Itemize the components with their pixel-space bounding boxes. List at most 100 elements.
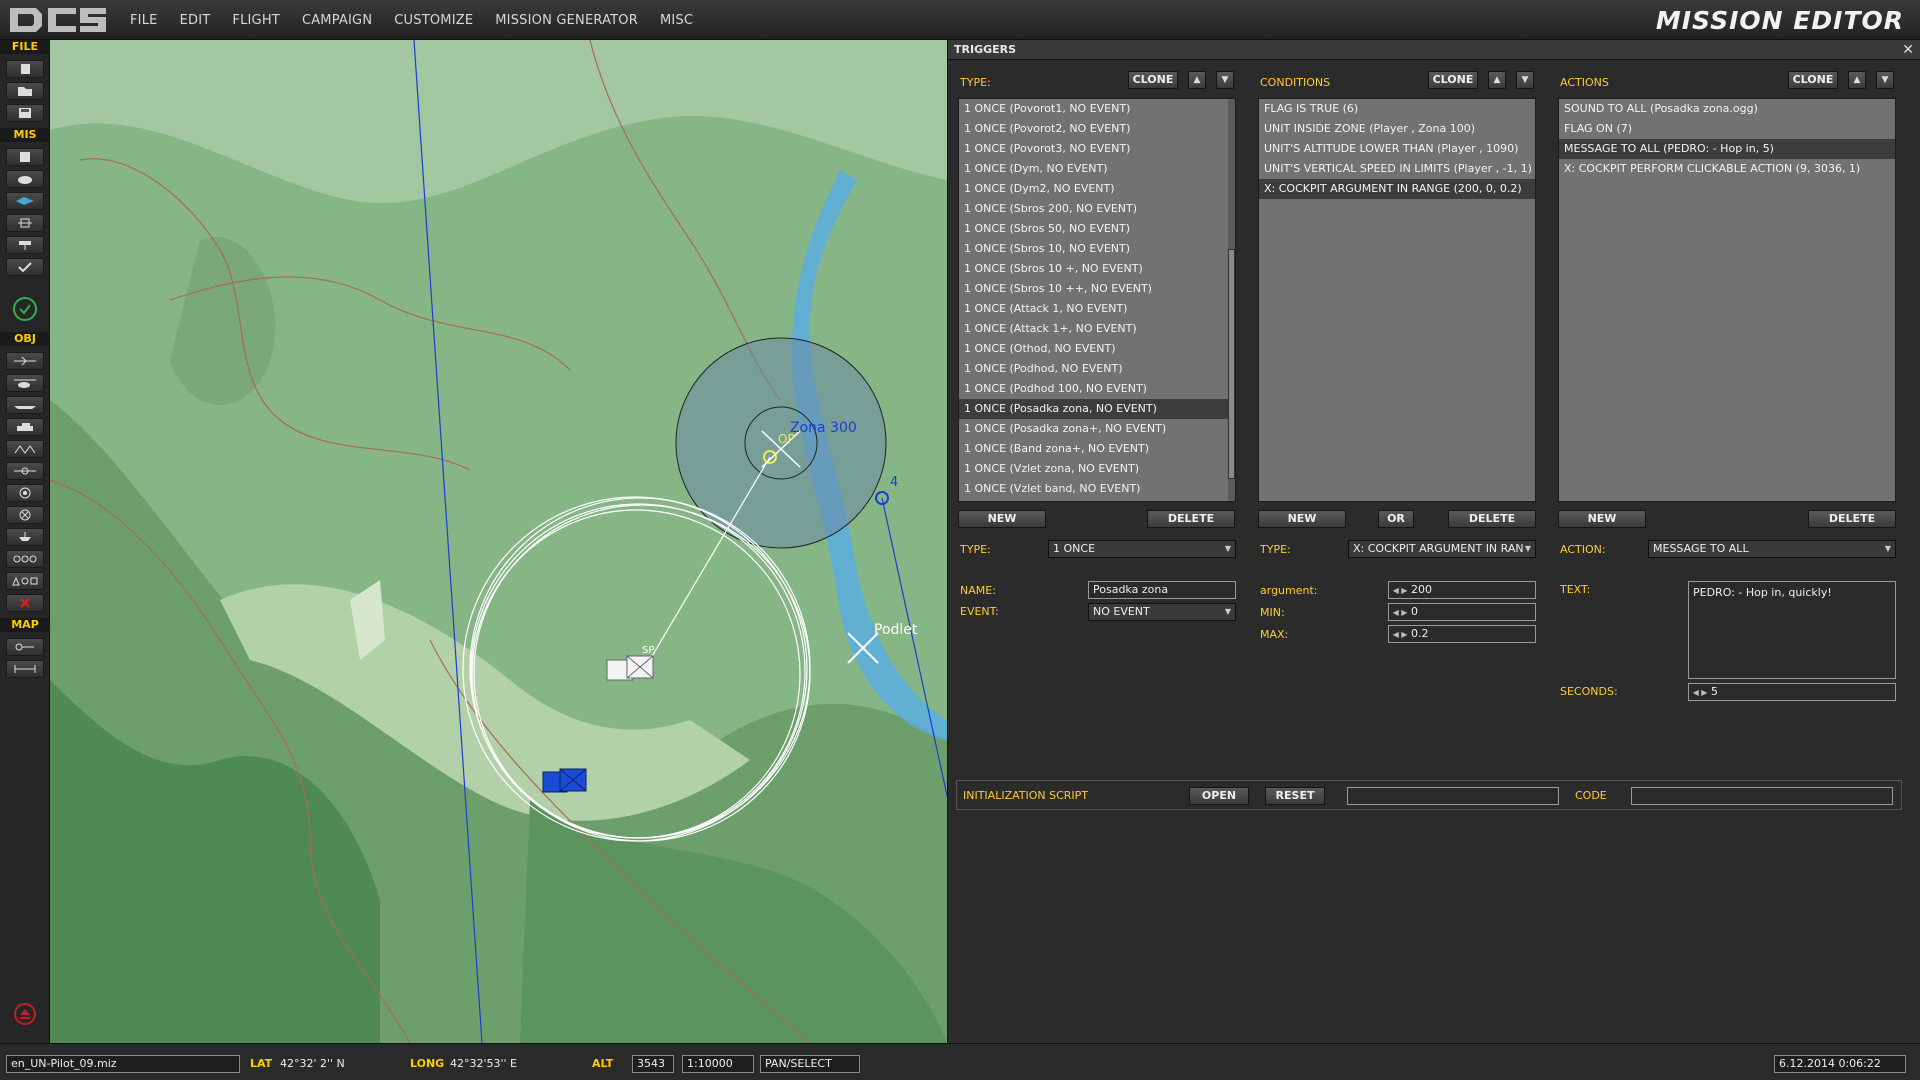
map-canvas[interactable]: Zona 300 OP 4 Podlet SP — [50, 40, 947, 1043]
action-new-button[interactable]: NEW — [1558, 510, 1646, 528]
init-open-button[interactable]: OPEN — [1189, 787, 1249, 805]
trigger-new-button[interactable]: NEW — [958, 510, 1046, 528]
menu-customize[interactable]: CUSTOMIZE — [394, 13, 473, 28]
add-static-button[interactable] — [6, 440, 44, 458]
triggers-list-item[interactable]: 1 ONCE (Othod, NO EVENT) — [959, 339, 1235, 359]
add-shapes-button[interactable] — [6, 572, 44, 590]
condition-min-input[interactable]: ◀ ▶ 0 — [1388, 603, 1536, 621]
triggers-list-item[interactable]: 1 ONCE (Posadka zona, NO EVENT) — [959, 399, 1235, 419]
triggers-list[interactable]: 1 ONCE (Povorot1, NO EVENT) 1 ONCE (Povor… — [958, 98, 1236, 502]
condition-delete-button[interactable]: DELETE — [1448, 510, 1536, 528]
actions-list-item[interactable]: SOUND TO ALL (Posadka zona.ogg) — [1559, 99, 1895, 119]
conditions-list-item[interactable]: UNIT'S ALTITUDE LOWER THAN (Player , 109… — [1259, 139, 1535, 159]
conditions-clone-button[interactable]: CLONE — [1428, 71, 1478, 89]
triggers-list-item[interactable]: 1 ONCE (Povorot3, NO EVENT) — [959, 139, 1235, 159]
condition-max-input[interactable]: ◀ ▶ 0.2 — [1388, 625, 1536, 643]
zone-button[interactable] — [6, 214, 44, 232]
check-button[interactable] — [6, 258, 44, 276]
triggers-list-item[interactable]: 1 ONCE (Dym2, NO EVENT) — [959, 179, 1235, 199]
triggers-scrollbar[interactable] — [1228, 99, 1235, 501]
conditions-list-item[interactable]: FLAG IS TRUE (6) — [1259, 99, 1535, 119]
triggers-clone-button[interactable]: CLONE — [1128, 71, 1178, 89]
actions-move-up-button[interactable]: ▲ — [1848, 71, 1866, 89]
trigger-name-input[interactable]: Posadka zona — [1088, 581, 1236, 599]
actions-clone-button[interactable]: CLONE — [1788, 71, 1838, 89]
condition-or-button[interactable]: OR — [1378, 510, 1414, 528]
spin-arrows-icon[interactable]: ◀ ▶ — [1389, 627, 1411, 643]
conditions-list[interactable]: FLAG IS TRUE (6) UNIT INSIDE ZONE (Player… — [1258, 98, 1536, 502]
map-view[interactable]: Zona 300 OP 4 Podlet SP — [50, 40, 947, 1043]
add-helicopter-button[interactable] — [6, 374, 44, 392]
action-text-input[interactable]: PEDRO: - Hop in, quickly! — [1688, 581, 1896, 679]
trigger-delete-button[interactable]: DELETE — [1147, 510, 1235, 528]
menu-edit[interactable]: EDIT — [180, 13, 211, 28]
triggers-move-up-button[interactable]: ▲ — [1188, 71, 1206, 89]
condition-argument-input[interactable]: ◀ ▶ 200 — [1388, 581, 1536, 599]
menu-misc[interactable]: MISC — [660, 13, 693, 28]
triggers-list-item[interactable]: 1 ONCE (Posadka zona+, NO EVENT) — [959, 419, 1235, 439]
triggers-scroll-thumb[interactable] — [1228, 249, 1235, 479]
triggers-list-item[interactable]: 1 ONCE (Sbros 10 +, NO EVENT) — [959, 259, 1235, 279]
new-file-button[interactable] — [6, 60, 44, 78]
spin-arrows-icon[interactable]: ◀ ▶ — [1389, 583, 1411, 599]
menu-flight[interactable]: FLIGHT — [232, 13, 280, 28]
triggers-list-item[interactable]: 1 ONCE (Dym, NO EVENT) — [959, 159, 1235, 179]
triggers-list-item[interactable]: 1 ONCE (Sbros 200, NO EVENT) — [959, 199, 1235, 219]
save-file-button[interactable] — [6, 104, 44, 122]
menu-file[interactable]: FILE — [130, 13, 158, 28]
triggers-list-item[interactable]: 1 ONCE (Povorot2, NO EVENT) — [959, 119, 1235, 139]
add-ship-button[interactable] — [6, 396, 44, 414]
weather-button[interactable] — [6, 170, 44, 188]
triggers-list-item[interactable]: 1 ONCE (Podhod 100, NO EVENT) — [959, 379, 1235, 399]
menu-campaign[interactable]: CAMPAIGN — [302, 13, 372, 28]
actions-move-down-button[interactable]: ▼ — [1876, 71, 1894, 89]
triggers-list-item[interactable]: 1 ONCE (Vzlet zona, NO EVENT) — [959, 459, 1235, 479]
spin-arrows-icon[interactable]: ◀ ▶ — [1389, 605, 1411, 621]
eject-icon[interactable] — [13, 1002, 37, 1026]
condition-new-button[interactable]: NEW — [1258, 510, 1346, 528]
init-reset-button[interactable]: RESET — [1265, 787, 1325, 805]
add-navpoint-button[interactable] — [6, 462, 44, 480]
conditions-list-item[interactable]: UNIT INSIDE ZONE (Player , Zona 100) — [1259, 119, 1535, 139]
map-mode[interactable]: PAN/SELECT — [760, 1055, 860, 1073]
conditions-list-item[interactable]: X: COCKPIT ARGUMENT IN RANGE (200, 0, 0.… — [1259, 179, 1535, 199]
map-ruler-button[interactable] — [6, 638, 44, 656]
goals-button[interactable] — [6, 236, 44, 254]
trigger-type-select[interactable]: 1 ONCE ▼ — [1048, 540, 1236, 558]
trigger-event-select[interactable]: NO EVENT ▼ — [1088, 603, 1236, 621]
open-file-button[interactable] — [6, 82, 44, 100]
action-type-select[interactable]: MESSAGE TO ALL ▼ — [1648, 540, 1896, 558]
add-ship-group-button[interactable] — [6, 528, 44, 546]
action-seconds-input[interactable]: ◀ ▶ 5 — [1688, 683, 1896, 701]
conditions-list-item[interactable]: UNIT'S VERTICAL SPEED IN LIMITS (Player … — [1259, 159, 1535, 179]
conditions-move-down-button[interactable]: ▼ — [1516, 71, 1534, 89]
triggers-button[interactable] — [6, 192, 44, 210]
spin-arrows-icon[interactable]: ◀ ▶ — [1689, 685, 1711, 701]
actions-list-item[interactable]: MESSAGE TO ALL (PEDRO: - Hop in, 5) — [1559, 139, 1895, 159]
triggers-move-down-button[interactable]: ▼ — [1216, 71, 1234, 89]
code-input[interactable] — [1631, 787, 1893, 805]
action-delete-button[interactable]: DELETE — [1808, 510, 1896, 528]
triggers-list-item[interactable]: 1 ONCE (Attack 1, NO EVENT) — [959, 299, 1235, 319]
add-zone-button[interactable] — [6, 484, 44, 502]
delete-object-button[interactable] — [6, 594, 44, 612]
close-icon[interactable]: ✕ — [1902, 42, 1914, 58]
triggers-list-item[interactable]: 1 ONCE (Podhod, NO EVENT) — [959, 359, 1235, 379]
menu-mission-generator[interactable]: MISSION GENERATOR — [495, 13, 638, 28]
add-airport-button[interactable] — [6, 506, 44, 524]
triggers-list-item[interactable]: 1 ONCE (Sbros 10 ++, NO EVENT) — [959, 279, 1235, 299]
actions-list-item[interactable]: X: COCKPIT PERFORM CLICKABLE ACTION (9, … — [1559, 159, 1895, 179]
add-formation-button[interactable] — [6, 550, 44, 568]
init-script-input[interactable] — [1347, 787, 1559, 805]
add-plane-button[interactable] — [6, 352, 44, 370]
actions-list-item[interactable]: FLAG ON (7) — [1559, 119, 1895, 139]
conditions-move-up-button[interactable]: ▲ — [1488, 71, 1506, 89]
triggers-list-item[interactable]: 1 ONCE (Sbros 10, NO EVENT) — [959, 239, 1235, 259]
briefing-button[interactable] — [6, 148, 44, 166]
map-measure-button[interactable] — [6, 660, 44, 678]
condition-type-select[interactable]: X: COCKPIT ARGUMENT IN RAN ▼ — [1348, 540, 1536, 558]
triggers-list-item[interactable]: 1 ONCE (Sbros 50, NO EVENT) — [959, 219, 1235, 239]
blue-vehicle-unit[interactable] — [542, 768, 587, 793]
triggers-list-item[interactable]: 1 ONCE (Band zona+, NO EVENT) — [959, 439, 1235, 459]
clock-check-icon[interactable] — [12, 296, 38, 322]
